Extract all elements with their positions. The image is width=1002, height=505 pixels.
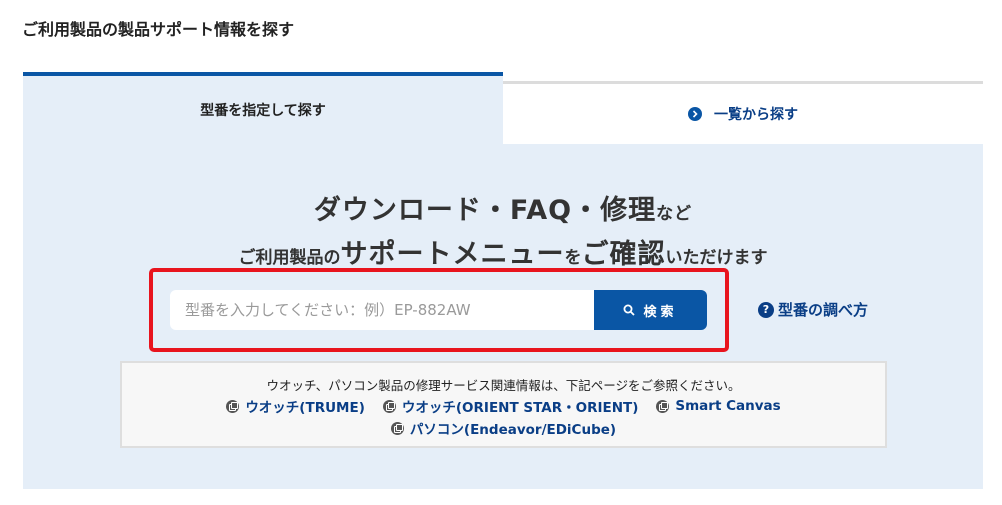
headline-part-1: ご利用製品の: [238, 248, 341, 268]
repair-links-row: ウオッチ(TRUME) ウオッチ(ORIENT STAR・ORIENT) Sma…: [122, 396, 885, 416]
headline-suffix: など: [656, 204, 693, 224]
tab-search-from-list-label: 一覧から探す: [714, 107, 798, 123]
page-title: ご利用製品の製品サポート情報を探す: [22, 20, 295, 39]
link-watch-orient[interactable]: ウオッチ(ORIENT STAR・ORIENT): [382, 396, 639, 416]
tab-search-by-model-label: 型番を指定して探す: [200, 103, 326, 119]
tab-search-from-list[interactable]: 一覧から探す: [503, 81, 983, 144]
search-icon: [623, 304, 636, 316]
headline-part-5: いただけます: [665, 248, 768, 268]
search-tabs: 型番を指定して探す 一覧から探す: [23, 72, 983, 144]
link-smart-canvas[interactable]: Smart Canvas: [656, 396, 781, 416]
headline-line-2: ご利用製品のサポートメニューをご確認いただけます: [23, 232, 983, 271]
search-button-label: 検索: [643, 304, 678, 320]
external-window-icon: [382, 399, 396, 413]
how-to-find-model-link[interactable]: ? 型番の調べ方: [758, 299, 868, 320]
circle-arrow-right-icon: [688, 107, 702, 121]
link-watch-trume[interactable]: ウオッチ(TRUME): [226, 396, 365, 416]
link-label: ウオッチ(TRUME): [245, 400, 365, 416]
headline-part-4: ご確認: [581, 239, 666, 270]
external-window-icon: [390, 421, 404, 435]
repair-info-text: ウオッチ、パソコン製品の修理サービス関連情報は、下記ページをご参照ください。: [266, 378, 741, 393]
how-to-find-model-label: 型番の調べ方: [778, 301, 869, 319]
headline-part-3: を: [564, 248, 582, 268]
link-label: パソコン(Endeavor/EDiCube): [409, 422, 617, 438]
model-number-search-input[interactable]: [170, 290, 596, 330]
link-pc-endeavor[interactable]: パソコン(Endeavor/EDiCube): [390, 418, 617, 438]
search-panel: ダウンロード・FAQ・修理など ご利用製品のサポートメニューをご確認いただけます…: [23, 144, 983, 489]
tab-search-by-model[interactable]: 型番を指定して探す: [23, 72, 503, 144]
headline-part-2: サポートメニュー: [340, 239, 565, 270]
link-label: ウオッチ(ORIENT STAR・ORIENT): [401, 400, 639, 416]
headline-main: ダウンロード・FAQ・修理: [313, 195, 657, 226]
repair-info-box: ウオッチ、パソコン製品の修理サービス関連情報は、下記ページをご参照ください。 ウ…: [120, 361, 887, 448]
external-window-icon: [226, 399, 240, 413]
external-window-icon: [656, 399, 670, 413]
repair-links-row: パソコン(Endeavor/EDiCube): [122, 418, 885, 438]
link-label: Smart Canvas: [675, 398, 781, 414]
question-circle-icon: ?: [758, 301, 774, 318]
headline-line-1: ダウンロード・FAQ・修理など: [23, 188, 983, 227]
search-button[interactable]: 検索: [594, 290, 707, 330]
